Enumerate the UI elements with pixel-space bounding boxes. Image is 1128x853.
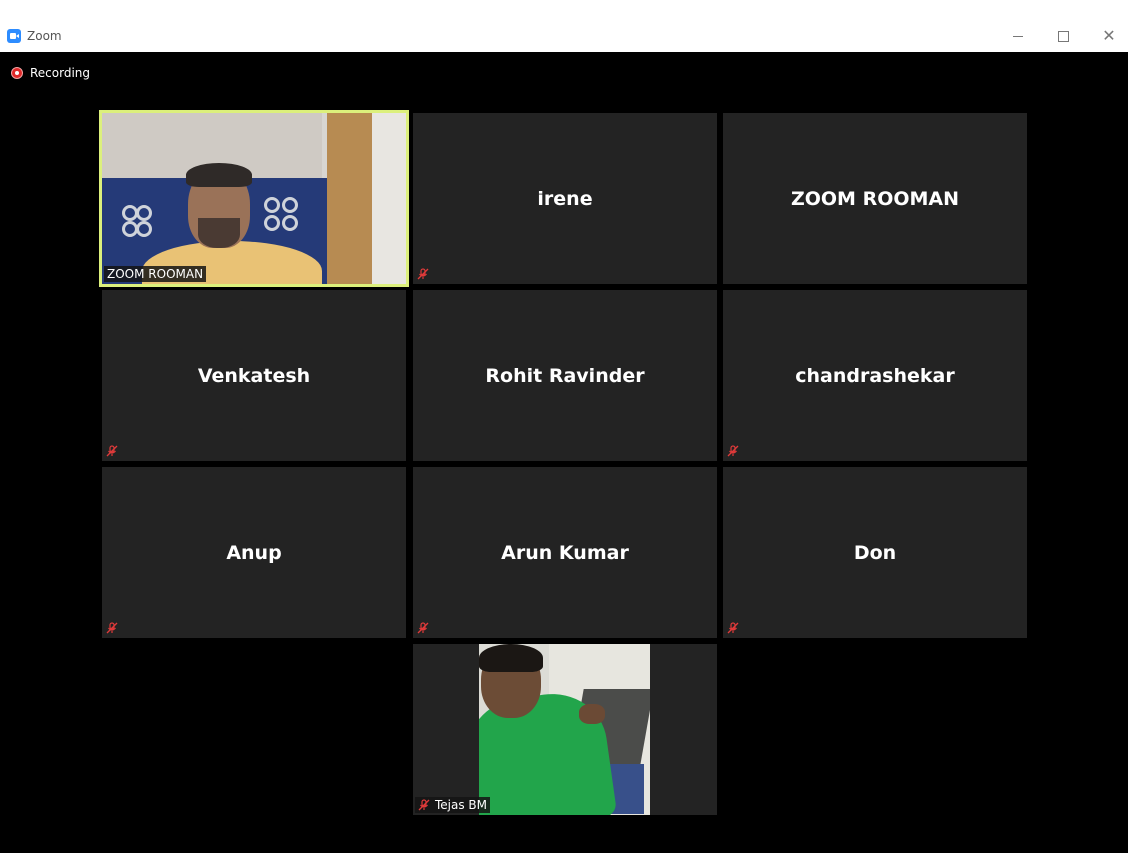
participant-name: chandrashekar xyxy=(795,364,955,387)
participant-name: Arun Kumar xyxy=(501,541,629,564)
participant-tile[interactable]: Tejas BM xyxy=(413,644,717,815)
maximize-icon xyxy=(1058,31,1069,42)
muted-mic-icon xyxy=(727,622,739,634)
recording-indicator[interactable]: Recording xyxy=(11,65,90,81)
participant-name: irene xyxy=(537,187,593,210)
muted-mic-icon xyxy=(727,445,739,457)
close-button[interactable]: ✕ xyxy=(1099,26,1119,46)
participant-tile[interactable]: Anup xyxy=(102,467,406,638)
participant-name: Don xyxy=(853,541,897,564)
minimize-icon xyxy=(1013,36,1023,37)
minimize-button[interactable] xyxy=(1008,26,1028,46)
participant-tile[interactable]: chandrashekar xyxy=(723,290,1027,461)
recording-icon xyxy=(11,67,23,79)
participant-video xyxy=(102,113,406,284)
participant-name: Anup xyxy=(226,541,282,564)
participant-tile[interactable]: irene xyxy=(413,113,717,284)
title-bar: Zoom ✕ xyxy=(0,0,1128,52)
participant-tile[interactable]: Arun Kumar xyxy=(413,467,717,638)
participant-name: ZOOM ROOMAN xyxy=(104,266,207,282)
participant-tile[interactable]: ZOOM ROOMAN xyxy=(99,110,409,287)
window-title: Zoom xyxy=(27,29,62,43)
participant-name: Venkatesh xyxy=(197,364,311,387)
muted-mic-icon xyxy=(417,622,429,634)
muted-mic-icon xyxy=(417,268,429,280)
muted-mic-icon xyxy=(106,622,118,634)
participant-video xyxy=(479,644,650,815)
maximize-button[interactable] xyxy=(1053,26,1073,46)
recording-label: Recording xyxy=(30,66,91,80)
participant-tile[interactable]: Venkatesh xyxy=(102,290,406,461)
participant-tile[interactable]: ZOOM ROOMAN xyxy=(723,113,1027,284)
muted-mic-icon xyxy=(106,445,118,457)
close-icon: ✕ xyxy=(1102,26,1116,45)
participant-tile[interactable]: Rohit Ravinder xyxy=(413,290,717,461)
muted-mic-icon xyxy=(418,799,430,811)
zoom-app-icon xyxy=(7,29,21,43)
participant-name: ZOOM ROOMAN xyxy=(790,187,960,210)
participant-tile[interactable]: Don xyxy=(723,467,1027,638)
participant-name: Rohit Ravinder xyxy=(485,364,645,387)
